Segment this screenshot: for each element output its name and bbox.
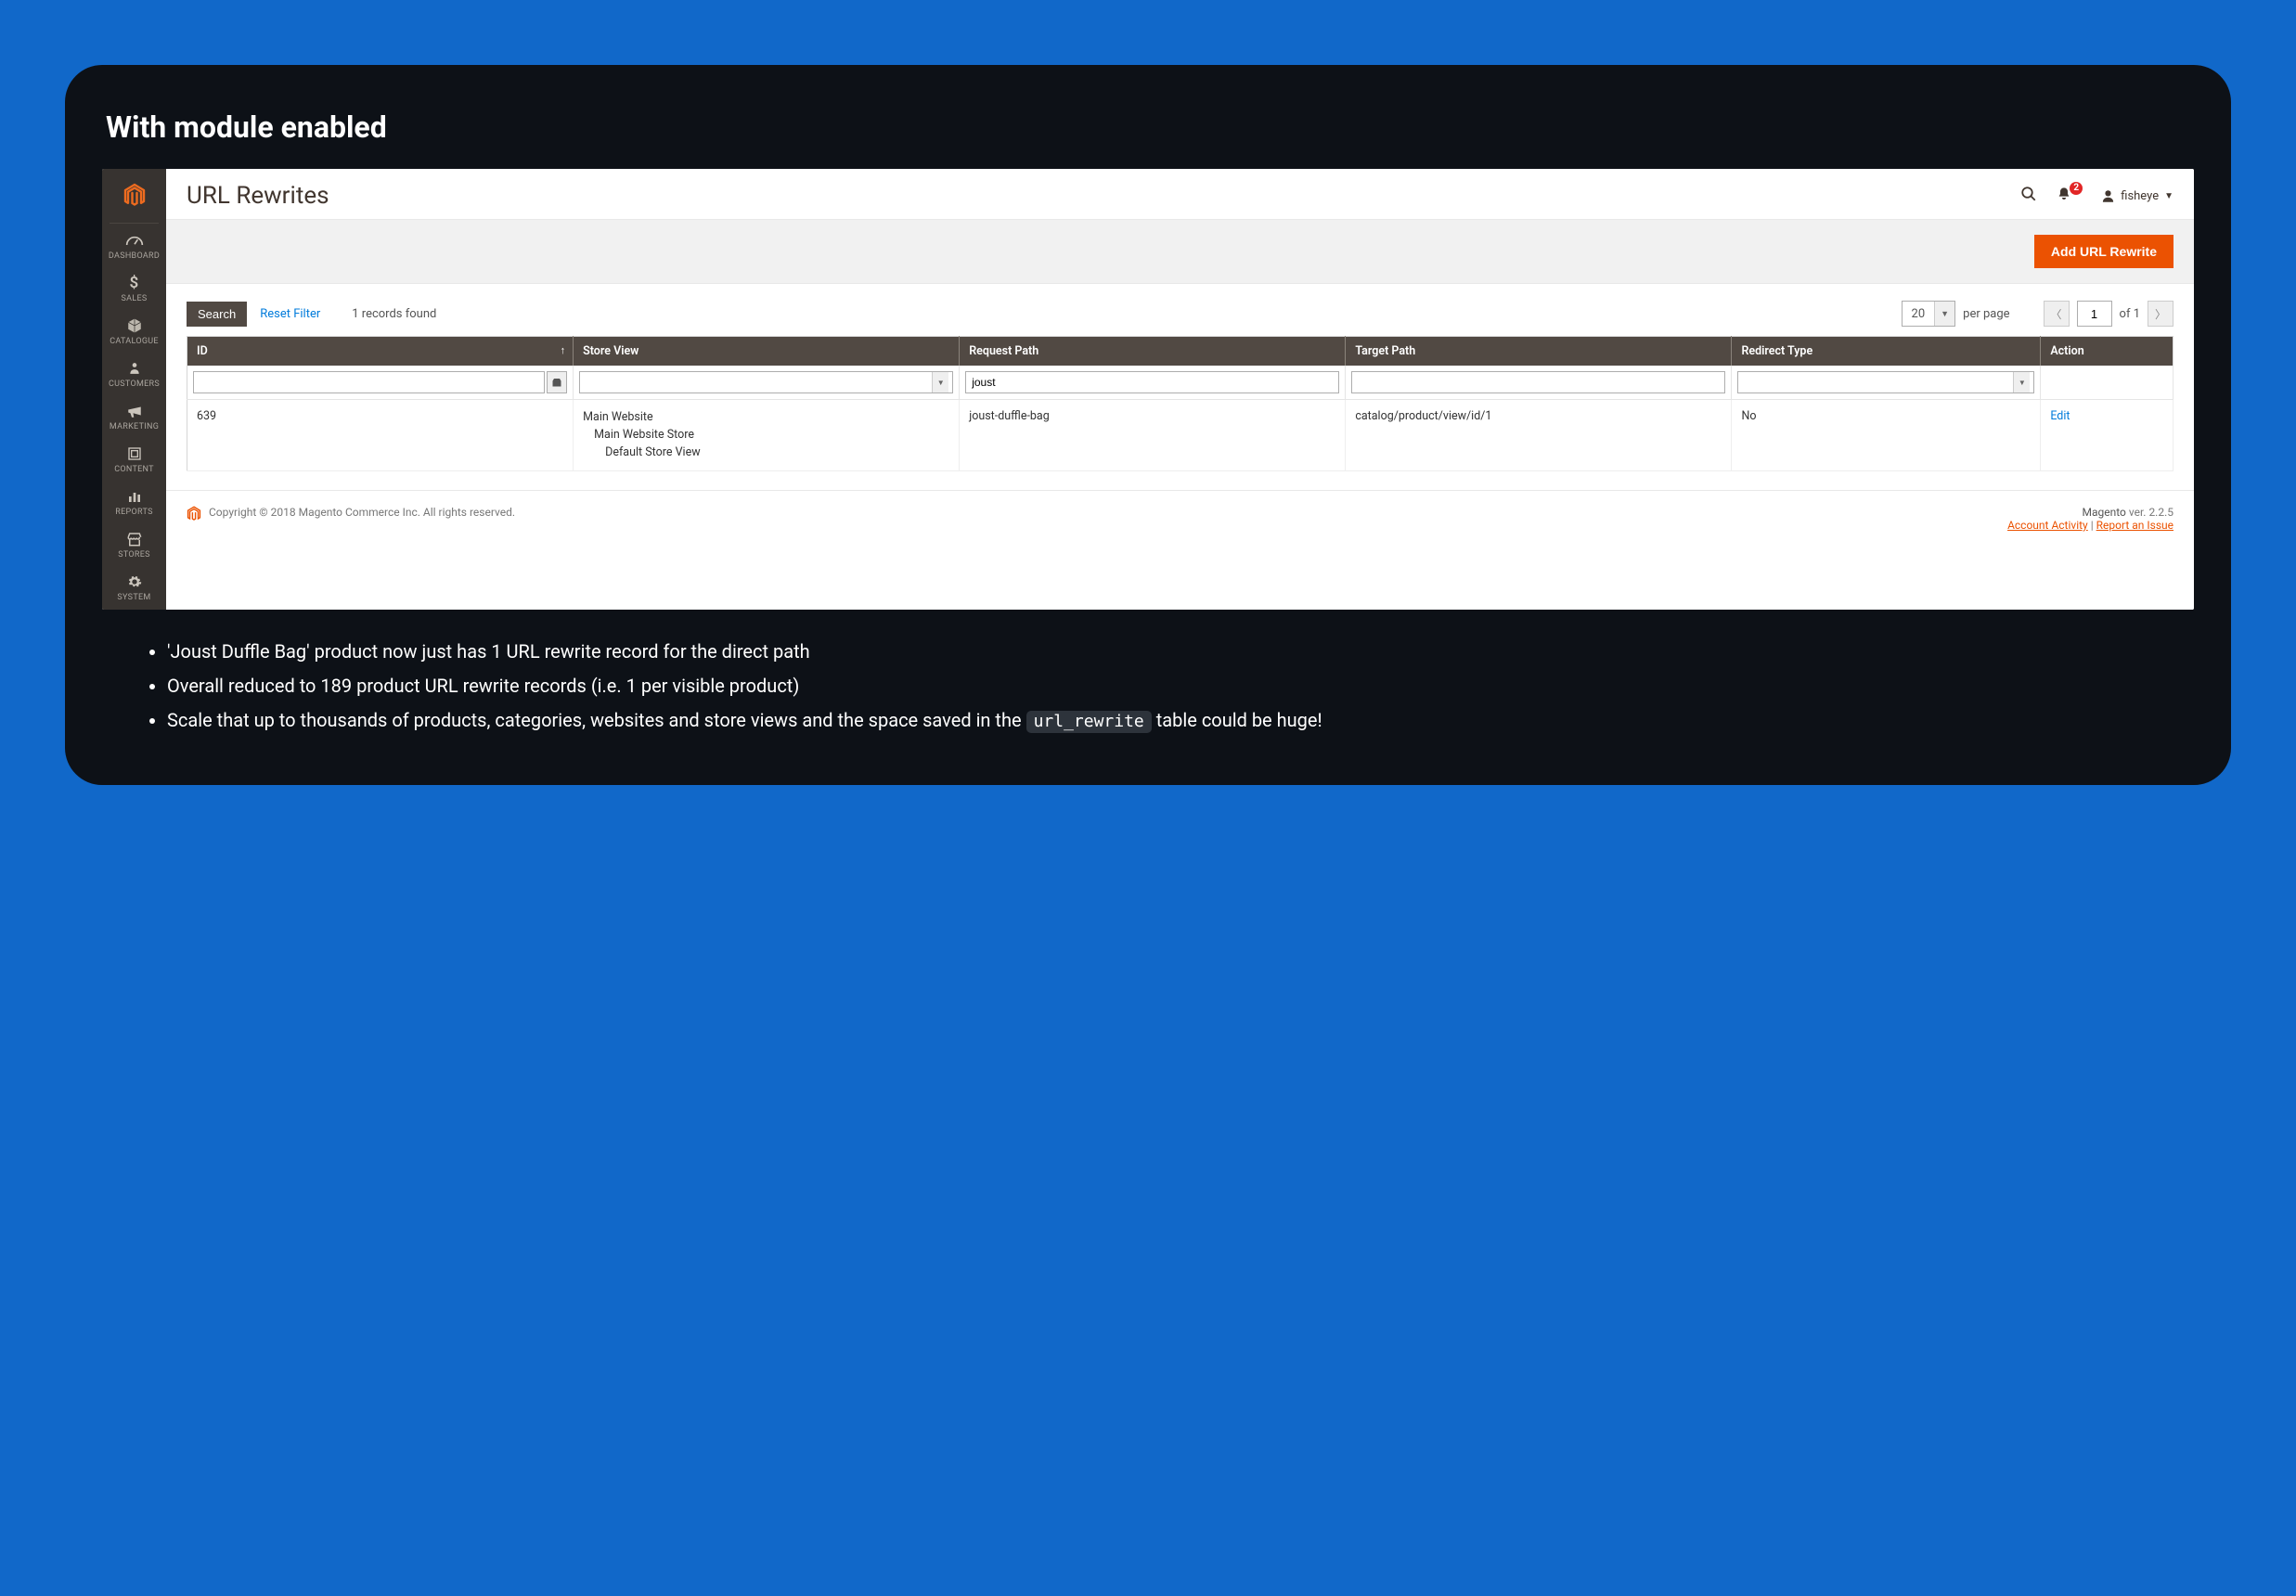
sidebar-item-label: STORES [102, 550, 166, 560]
cell-id: 639 [187, 400, 574, 471]
user-menu[interactable]: fisheye ▼ [2101, 189, 2173, 203]
filter-target-input[interactable] [1351, 371, 1725, 393]
sidebar-item-label: CUSTOMERS [102, 380, 166, 389]
page-total-label: of 1 [2120, 307, 2140, 321]
sidebar-item-label: CATALOGUE [102, 337, 166, 346]
admin-footer: Copyright © 2018 Magento Commerce Inc. A… [166, 490, 2194, 550]
chevron-down-icon: ▼ [1934, 302, 1954, 326]
cell-target: catalog/product/view/id/1 [1346, 400, 1732, 471]
gear-icon [102, 573, 166, 591]
edit-link[interactable]: Edit [2050, 409, 2070, 423]
blocks-icon [102, 444, 166, 463]
prev-page-button[interactable]: 〈 [2044, 301, 2070, 327]
sidebar-item-content[interactable]: CONTENT [102, 439, 166, 482]
sidebar-item-label: SALES [102, 294, 166, 303]
mega-icon [102, 402, 166, 420]
cell-store: Main Website Main Website Store Default … [574, 400, 960, 471]
col-target[interactable]: Target Path [1346, 337, 1732, 367]
admin-sidebar: DASHBOARD $ SALES CATALOGUE CUSTOMERS MARKETI… [102, 169, 166, 610]
sidebar-item-system[interactable]: SYSTEM [102, 567, 166, 610]
col-store[interactable]: Store View [574, 337, 960, 367]
sidebar-item-sales[interactable]: $ SALES [102, 268, 166, 311]
filter-row: ▼ ▼ [187, 366, 2173, 400]
cell-redirect: No [1732, 400, 2041, 471]
sidebar-item-label: MARKETING [102, 422, 166, 431]
user-icon [2101, 189, 2115, 203]
page-number-input[interactable] [2077, 301, 2112, 327]
store-scope-icon[interactable] [547, 371, 567, 393]
sort-asc-icon: ↑ [561, 344, 566, 356]
magento-logo-icon [187, 506, 201, 525]
list-item: 'Joust Duffle Bag' product now just has … [167, 636, 2194, 668]
dash-icon [102, 231, 166, 250]
magento-logo[interactable] [102, 169, 166, 223]
add-url-rewrite-button[interactable]: Add URL Rewrite [2034, 235, 2173, 268]
sidebar-item-marketing[interactable]: MARKETING [102, 396, 166, 439]
topbar: URL Rewrites 2 fisheye ▼ [166, 169, 2194, 219]
username: fisheye [2121, 189, 2159, 203]
footer-brand: Magento [2082, 506, 2125, 519]
dollar-icon: $ [102, 274, 166, 292]
notifications-button[interactable]: 2 [2051, 186, 2077, 207]
article-card: With module enabled DASHBOARD $ SALES CATAL… [65, 65, 2231, 785]
person-icon [102, 359, 166, 378]
copyright: Copyright © 2018 Magento Commerce Inc. A… [209, 506, 515, 519]
filter-redirect-select[interactable]: ▼ [1737, 371, 2034, 393]
list-item: Scale that up to thousands of products, … [167, 704, 2194, 737]
magento-logo-icon [123, 183, 146, 209]
filter-store-select[interactable]: ▼ [579, 371, 953, 393]
sidebar-item-label: DASHBOARD [102, 251, 166, 261]
list-item: Overall reduced to 189 product URL rewri… [167, 670, 2194, 702]
sidebar-item-customers[interactable]: CUSTOMERS [102, 354, 166, 396]
col-id[interactable]: ID ↑ [187, 337, 574, 367]
reset-filter-link[interactable]: Reset Filter [260, 307, 320, 321]
col-redirect[interactable]: Redirect Type [1732, 337, 2041, 367]
code-inline: url_rewrite [1026, 711, 1152, 733]
sidebar-item-dashboard[interactable]: DASHBOARD [102, 225, 166, 268]
notes-list: 'Joust Duffle Bag' product now just has … [102, 636, 2194, 737]
caret-down-icon: ▼ [2164, 191, 2173, 201]
report-issue-link[interactable]: Report an Issue [2096, 519, 2173, 532]
footer-version: ver. 2.2.5 [2126, 506, 2173, 519]
sidebar-item-label: REPORTS [102, 508, 166, 517]
card-title: With module enabled [106, 109, 2194, 145]
page-title: URL Rewrites [187, 182, 329, 210]
sidebar-item-stores[interactable]: STORES [102, 524, 166, 567]
sidebar-item-catalogue[interactable]: CATALOGUE [102, 311, 166, 354]
filter-request-input[interactable] [965, 371, 1339, 393]
col-request[interactable]: Request Path [960, 337, 1346, 367]
account-activity-link[interactable]: Account Activity [2007, 519, 2088, 532]
filter-id-input[interactable] [193, 371, 545, 393]
col-action: Action [2041, 337, 2173, 367]
url-rewrite-grid: ID ↑ Store View Request Path Target Path… [187, 336, 2173, 471]
sidebar-item-label: SYSTEM [102, 593, 166, 602]
per-page-label: per page [1963, 307, 2009, 321]
admin-main: URL Rewrites 2 fisheye ▼ Add URL Rewrite [166, 169, 2194, 610]
records-found: 1 records found [352, 307, 436, 321]
next-page-button[interactable]: 〉 [2148, 301, 2173, 327]
page-size-select[interactable]: 20 ▼ [1902, 301, 1956, 327]
page-actions: Add URL Rewrite [166, 219, 2194, 284]
cell-request: joust-duffle-bag [960, 400, 1346, 471]
magento-screenshot: DASHBOARD $ SALES CATALOGUE CUSTOMERS MARKETI… [102, 169, 2194, 610]
sidebar-item-reports[interactable]: REPORTS [102, 482, 166, 524]
notification-badge: 2 [2070, 182, 2083, 195]
chevron-down-icon: ▼ [2013, 372, 2030, 393]
search-icon[interactable] [2016, 186, 2042, 207]
cube-icon [102, 316, 166, 335]
table-row[interactable]: 639 Main Website Main Website Store Defa… [187, 400, 2173, 471]
bars-icon [102, 487, 166, 506]
chevron-down-icon: ▼ [932, 372, 948, 393]
search-button[interactable]: Search [187, 302, 247, 327]
pager: 20 ▼ per page 〈 of 1 〉 [1902, 301, 2173, 327]
grid-toolbar: Search Reset Filter 1 records found 20 ▼… [166, 284, 2194, 336]
store-icon [102, 530, 166, 548]
sidebar-item-label: CONTENT [102, 465, 166, 474]
